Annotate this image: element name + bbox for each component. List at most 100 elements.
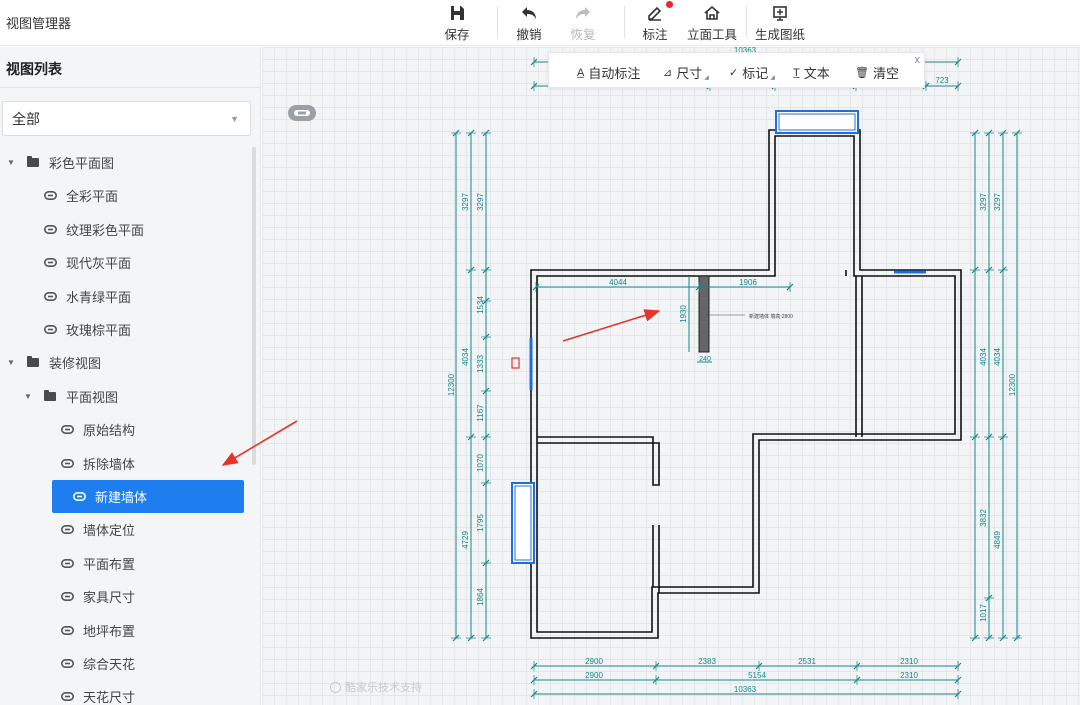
tree-item[interactable]: 纹理彩色平面 bbox=[0, 213, 250, 246]
divider bbox=[0, 87, 260, 88]
toolbar-divider bbox=[497, 6, 498, 38]
tree-item[interactable]: 全彩平面 bbox=[0, 179, 250, 212]
tree-item-label: 新建墙体 bbox=[95, 490, 148, 505]
watermark-logo-icon bbox=[330, 681, 341, 693]
annotate-label: 标注 bbox=[642, 28, 668, 42]
dim-label-bottom: 2310 bbox=[900, 671, 918, 680]
tree-item-label: 全彩平面 bbox=[66, 189, 119, 205]
dimension-lines bbox=[455, 61, 1018, 695]
undo-label: 撤销 bbox=[516, 28, 542, 42]
link-icon bbox=[44, 258, 57, 268]
dim-label-bottom: 2900 bbox=[585, 671, 603, 680]
tree-item[interactable]: 水青绿平面 bbox=[0, 280, 250, 313]
dim-label-left-inner: 1795 bbox=[476, 514, 485, 532]
tree-folder[interactable]: ▼ 平面视图 bbox=[0, 380, 250, 413]
tree-folder[interactable]: ▼ 装修视图 bbox=[0, 346, 250, 379]
caret-down-icon[interactable]: ▼ bbox=[6, 358, 16, 367]
link-icon bbox=[61, 692, 74, 702]
save-label: 保存 bbox=[444, 28, 470, 42]
pen-icon: ✓ bbox=[729, 67, 739, 79]
submenu-indicator-icon: ◢ bbox=[770, 75, 775, 81]
mark-button[interactable]: ✓ 标记 ◢ bbox=[729, 63, 775, 82]
text-label: 文本 bbox=[803, 66, 830, 81]
dim-label-right-mid: 4849 bbox=[993, 531, 1002, 549]
undo-button[interactable]: 撤销 bbox=[515, 2, 543, 44]
tree-item[interactable]: 综合天花 bbox=[0, 647, 250, 680]
dim-label-right-mid: 3297 bbox=[993, 193, 1002, 211]
tree-item[interactable]: 墙体定位 bbox=[0, 513, 250, 546]
dim-label-right-outer: 12300 bbox=[1008, 373, 1017, 396]
generate-drawing-button[interactable]: 生成图纸 bbox=[754, 2, 806, 44]
close-icon[interactable]: x bbox=[915, 54, 921, 66]
caret-down-icon[interactable]: ▼ bbox=[6, 158, 16, 167]
dim-label-left-inner: 1534 bbox=[476, 296, 485, 314]
link-icon bbox=[44, 191, 57, 201]
dimension-button[interactable]: ⊿ 尺寸 ◢ bbox=[663, 63, 709, 82]
pencil-icon bbox=[648, 6, 662, 21]
tree-folder[interactable]: ▼ 彩色平面图 bbox=[0, 146, 250, 179]
annotate-button[interactable]: 标注 bbox=[641, 1, 673, 44]
folder-icon bbox=[44, 389, 56, 401]
text-button[interactable]: T̲ 文本 bbox=[793, 63, 830, 82]
dim-label-wall-thickness: 240 bbox=[699, 356, 711, 363]
tree-item-label: 彩色平面图 bbox=[49, 156, 115, 171]
view-list-panel: 视图列表 全部 ▼ ▼ 彩色平面图全彩平面纹理彩色平面 现代灰平面水青绿平面 玫瑰棕平… bbox=[0, 47, 261, 705]
dim-label-left-mid: 3297 bbox=[461, 193, 470, 211]
tree-item-label: 地坪布置 bbox=[83, 623, 136, 639]
toolbar-divider bbox=[746, 6, 747, 38]
drawing-canvas[interactable]: 10363 723 12300 3297 4034 4729 3297 1534… bbox=[262, 47, 1080, 705]
link-icon bbox=[61, 425, 74, 435]
watermark-text: 酷家乐技术支持 bbox=[345, 682, 422, 694]
auto-annotate-button[interactable]: A̲ 自动标注 bbox=[577, 63, 640, 82]
link-icon bbox=[61, 625, 74, 635]
tree-item-label: 平面视图 bbox=[66, 389, 119, 405]
tree-item[interactable]: 新建墙体 bbox=[52, 480, 244, 513]
floor-plan: 10363 723 12300 3297 4034 4729 3297 1534… bbox=[447, 47, 1022, 699]
auto-annotate-label: 自动标注 bbox=[588, 66, 641, 81]
caret-down-icon[interactable]: ▼ bbox=[23, 392, 33, 401]
tree-item[interactable]: 天花尺寸 bbox=[0, 680, 250, 705]
tree-item[interactable]: 平面布置 bbox=[0, 547, 250, 580]
dim-label-bottom: 2383 bbox=[698, 657, 716, 666]
wall-outline bbox=[530, 129, 962, 639]
dim-label-bottom: 5154 bbox=[748, 671, 766, 680]
dim-label-right-inner: 3297 bbox=[979, 193, 988, 211]
annotation-toolbar: A̲ 自动标注 ⊿ 尺寸 ◢ ✓ 标记 ◢ T̲ 文本 🗑 清空 x bbox=[548, 52, 925, 88]
link-icon bbox=[61, 592, 74, 602]
save-icon bbox=[451, 6, 464, 20]
view-filter-select[interactable]: 全部 ▼ bbox=[2, 101, 251, 136]
tree-item-label: 天花尺寸 bbox=[83, 690, 136, 705]
link-icon bbox=[61, 458, 74, 468]
redo-label: 恢复 bbox=[570, 28, 596, 42]
link-icon bbox=[61, 525, 74, 535]
panel-title: 视图列表 bbox=[6, 61, 62, 77]
submenu-indicator-icon: ◢ bbox=[704, 75, 709, 81]
link-icon bbox=[44, 291, 57, 301]
dim-label-bottom: 2531 bbox=[798, 657, 816, 666]
tree-item-label: 纹理彩色平面 bbox=[66, 222, 145, 238]
dim-label-left-inner: 1167 bbox=[476, 404, 485, 422]
tree-item-label: 现代灰平面 bbox=[66, 256, 132, 272]
tree-item[interactable]: 现代灰平面 bbox=[0, 246, 250, 279]
tree-item-label: 拆除墙体 bbox=[83, 456, 136, 472]
redo-button[interactable]: 恢复 bbox=[569, 2, 597, 44]
generate-drawing-label: 生成图纸 bbox=[754, 28, 805, 42]
select-value: 全部 bbox=[12, 110, 40, 127]
save-button[interactable]: 保存 bbox=[444, 2, 470, 44]
tree-item[interactable]: 玫瑰棕平面 bbox=[0, 313, 250, 346]
trash-icon: 🗑 bbox=[855, 67, 869, 79]
tree-item[interactable]: 地坪布置 bbox=[0, 614, 250, 647]
wall-note: 新建墙体 墙高:2800 bbox=[749, 313, 793, 320]
toolbar-divider bbox=[624, 6, 625, 38]
tree-item-label: 综合天花 bbox=[83, 657, 136, 672]
link-icon bbox=[44, 325, 57, 334]
tree-item-label: 平面布置 bbox=[83, 556, 136, 572]
ruler-icon: ⊿ bbox=[663, 67, 673, 79]
dimension-label: 尺寸 bbox=[676, 66, 703, 81]
tree-item[interactable]: 家具尺寸 bbox=[0, 580, 250, 613]
elevation-tool-button[interactable]: 立面工具 bbox=[686, 2, 738, 44]
link-icon[interactable] bbox=[286, 101, 318, 125]
clear-button[interactable]: 🗑 清空 bbox=[855, 63, 899, 82]
top-toolbar: 视图管理器 保存 撤销 恢复 标注 立面工具 生成图纸 bbox=[0, 0, 1080, 46]
dim-label-top-right: 723 bbox=[935, 76, 949, 85]
